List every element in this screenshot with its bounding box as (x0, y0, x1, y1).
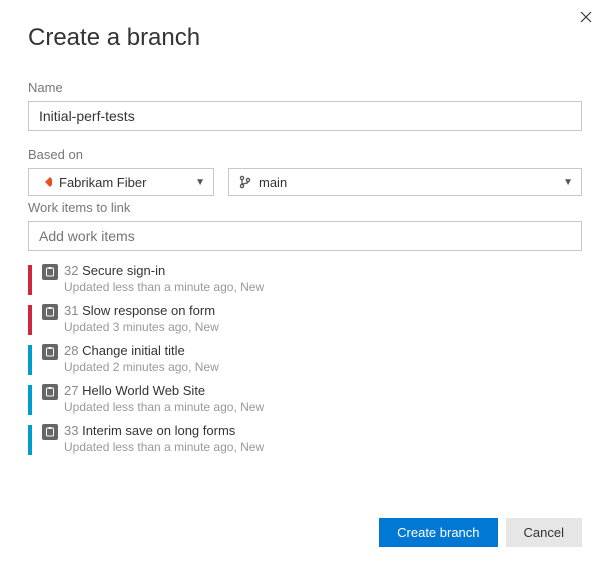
work-item-body: 27 Hello World Web SiteUpdated less than… (64, 383, 582, 415)
repo-selected: Fabrikam Fiber (59, 175, 146, 190)
cancel-button[interactable]: Cancel (506, 518, 582, 547)
work-item-color-bar (28, 385, 32, 415)
create-branch-button[interactable]: Create branch (379, 518, 497, 547)
branch-icon (237, 174, 253, 190)
branch-selected: main (259, 175, 287, 190)
chevron-down-icon: ▼ (563, 177, 573, 188)
work-item-type-icon (42, 264, 58, 280)
close-icon (580, 11, 592, 23)
work-item-type-icon (42, 344, 58, 360)
work-item-title: Change initial title (82, 343, 185, 358)
work-item-title: Interim save on long forms (82, 423, 235, 438)
work-item-body: 28 Change initial titleUpdated 2 minutes… (64, 343, 582, 375)
work-item-id: 31 (64, 303, 78, 318)
work-item-meta: Updated less than a minute ago, New (64, 399, 582, 415)
work-item[interactable]: 32 Secure sign-inUpdated less than a min… (28, 259, 582, 299)
close-button[interactable] (576, 10, 596, 28)
chevron-down-icon: ▼ (195, 177, 205, 188)
work-item-title: Secure sign-in (82, 263, 165, 278)
work-item-meta: Updated 3 minutes ago, New (64, 319, 582, 335)
work-item-body: 31 Slow response on formUpdated 3 minute… (64, 303, 582, 335)
based-on-label: Based on (28, 147, 582, 162)
work-item-type-icon (42, 384, 58, 400)
work-item-color-bar (28, 265, 32, 295)
work-item-title: Slow response on form (82, 303, 215, 318)
work-item-body: 32 Secure sign-inUpdated less than a min… (64, 263, 582, 295)
name-label: Name (28, 80, 582, 95)
work-item-title: Hello World Web Site (82, 383, 205, 398)
work-item-id: 27 (64, 383, 78, 398)
work-item[interactable]: 33 Interim save on long formsUpdated les… (28, 419, 582, 459)
work-item-meta: Updated 2 minutes ago, New (64, 359, 582, 375)
work-item-type-icon (42, 304, 58, 320)
branch-dropdown[interactable]: main ▼ (228, 168, 582, 196)
work-item-color-bar (28, 305, 32, 335)
work-item[interactable]: 27 Hello World Web SiteUpdated less than… (28, 379, 582, 419)
work-item-id: 28 (64, 343, 78, 358)
repo-icon (37, 174, 53, 190)
repo-dropdown[interactable]: Fabrikam Fiber ▼ (28, 168, 214, 196)
work-item-meta: Updated less than a minute ago, New (64, 279, 582, 295)
work-item-meta: Updated less than a minute ago, New (64, 439, 582, 455)
work-item-body: 33 Interim save on long formsUpdated les… (64, 423, 582, 455)
dialog-title: Create a branch (28, 24, 582, 52)
work-item-color-bar (28, 425, 32, 455)
branch-name-input[interactable] (28, 101, 582, 131)
work-item-color-bar (28, 345, 32, 375)
work-item-type-icon (42, 424, 58, 440)
work-item[interactable]: 31 Slow response on formUpdated 3 minute… (28, 299, 582, 339)
work-items-input[interactable] (28, 221, 582, 251)
work-items-label: Work items to link (28, 200, 582, 215)
work-items-list: 32 Secure sign-inUpdated less than a min… (28, 259, 582, 459)
work-item[interactable]: 28 Change initial titleUpdated 2 minutes… (28, 339, 582, 379)
work-item-id: 33 (64, 423, 78, 438)
work-item-id: 32 (64, 263, 78, 278)
